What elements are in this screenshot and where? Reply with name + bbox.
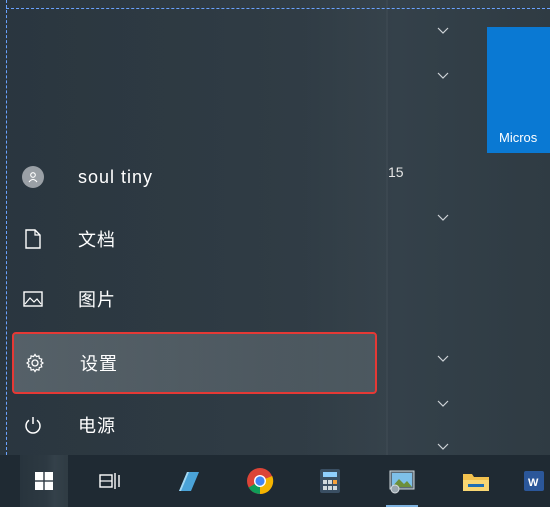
task-view-button[interactable] (86, 455, 134, 507)
word-taskbar-button[interactable]: W (518, 455, 550, 507)
chevron-down-icon[interactable] (437, 27, 449, 39)
chrome-icon (247, 468, 274, 495)
task-view-icon (99, 473, 120, 489)
power-label: 电源 (78, 416, 116, 436)
notepad-icon (179, 472, 199, 491)
calculator-icon (320, 469, 340, 493)
selection-dash-left (6, 0, 7, 455)
file-explorer-taskbar-button[interactable] (452, 455, 500, 507)
user-name: soul tiny (78, 166, 154, 187)
settings-button[interactable]: 设置 (12, 332, 377, 394)
chevron-down-icon[interactable] (437, 72, 449, 84)
word-icon: W (524, 471, 544, 491)
image-viewer-icon (389, 470, 415, 494)
chevron-down-icon[interactable] (437, 400, 449, 412)
user-icon (14, 166, 52, 188)
nav-divider (386, 0, 388, 455)
start-button[interactable] (20, 455, 68, 507)
start-menu: soul tiny 文档 图片 设置 电源 15 Micros (0, 0, 550, 455)
selection-dash-top (6, 8, 550, 9)
document-icon (14, 229, 52, 249)
avatar (22, 166, 44, 188)
taskbar: W (0, 455, 550, 507)
windows-logo-icon (35, 472, 53, 490)
documents-label: 文档 (78, 230, 116, 250)
svg-text:W: W (528, 477, 539, 489)
power-icon (14, 416, 52, 434)
tile-label: Micros (499, 130, 538, 145)
photos-taskbar-button[interactable] (378, 455, 426, 507)
pictures-label: 图片 (78, 290, 116, 310)
power-button[interactable]: 电源 (14, 400, 374, 450)
calculator-taskbar-button[interactable] (306, 455, 354, 507)
user-account-button[interactable]: soul tiny (14, 152, 374, 202)
microsoft-store-tile[interactable]: Micros (487, 27, 550, 153)
chevron-down-icon[interactable] (437, 355, 449, 367)
settings-label: 设置 (80, 354, 118, 374)
chrome-taskbar-button[interactable] (236, 455, 284, 507)
pictures-button[interactable]: 图片 (14, 274, 374, 324)
gear-icon (16, 353, 54, 373)
app-list-group-letter: 15 (388, 164, 404, 180)
chevron-down-icon[interactable] (437, 443, 449, 455)
chevron-down-icon[interactable] (437, 214, 449, 226)
notepad-taskbar-button[interactable] (164, 455, 212, 507)
documents-button[interactable]: 文档 (14, 214, 374, 264)
picture-icon (14, 291, 52, 307)
folder-icon (463, 474, 489, 491)
